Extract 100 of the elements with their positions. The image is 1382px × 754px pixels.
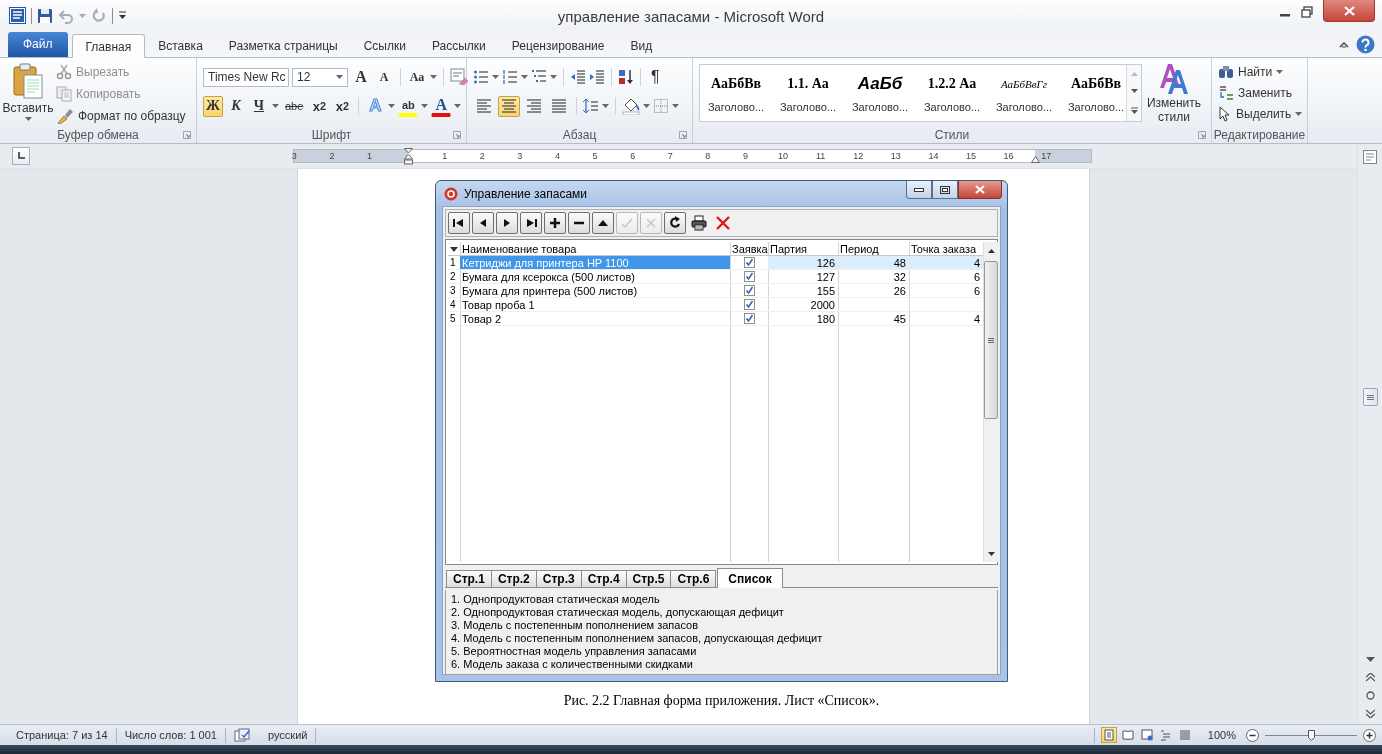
toolbar-button[interactable] <box>544 212 566 234</box>
font-color-button[interactable]: A <box>431 95 452 117</box>
sheet-tab[interactable]: Стр.5 <box>625 570 672 587</box>
minimize-button[interactable] <box>906 181 932 199</box>
save-icon[interactable] <box>37 7 53 24</box>
close-button[interactable] <box>1323 0 1375 22</box>
caret-icon[interactable] <box>1295 111 1303 116</box>
maximize-button[interactable] <box>932 181 958 199</box>
menu-caret-icon[interactable] <box>450 247 458 252</box>
ribbon-button[interactable]: Найти <box>1218 62 1303 81</box>
collapse-icon[interactable] <box>1339 40 1349 48</box>
show-marks-button[interactable]: ¶ <box>647 68 664 86</box>
style-item[interactable]: АаБбВвГг Заголово... <box>988 65 1060 121</box>
ribbon-button[interactable]: Заменить <box>1218 83 1303 102</box>
font-name-field[interactable]: Times New Rc <box>203 67 289 87</box>
checkbox[interactable] <box>743 257 755 268</box>
scroll-down-icon[interactable] <box>1365 657 1375 663</box>
view-button[interactable] <box>1119 727 1136 743</box>
scroll-down-icon[interactable] <box>1130 89 1138 94</box>
toolbar-button[interactable] <box>592 212 614 234</box>
ribbon-tab[interactable]: Файл <box>8 32 68 57</box>
toolbar-button[interactable] <box>496 212 518 234</box>
paste-button[interactable]: Вставить <box>0 58 56 127</box>
caret-icon[interactable] <box>336 75 343 79</box>
view-ruler-button[interactable] <box>1361 148 1379 166</box>
align-button[interactable] <box>498 95 520 117</box>
change-case-button[interactable]: Aa <box>407 66 427 88</box>
proofing-icon[interactable] <box>233 728 252 742</box>
help-icon[interactable] <box>1356 34 1375 54</box>
sheet-tab[interactable]: Стр.4 <box>580 570 627 587</box>
toolbar-button[interactable] <box>688 212 710 234</box>
close-button[interactable] <box>958 181 1002 199</box>
bullet-list-icon[interactable] <box>473 69 489 85</box>
zoom-out-icon[interactable] <box>1246 728 1259 742</box>
caret-icon[interactable] <box>643 104 650 108</box>
document-icon[interactable] <box>9 7 26 24</box>
column-header[interactable]: Заявка <box>730 242 768 256</box>
highlight-button[interactable]: ab <box>398 95 419 117</box>
outdent-icon[interactable] <box>570 69 586 85</box>
checkbox[interactable] <box>743 271 755 282</box>
toolbar-button[interactable] <box>472 212 494 234</box>
paint-bucket-icon[interactable] <box>622 97 640 115</box>
caret-icon[interactable] <box>421 104 429 108</box>
ribbon-tab[interactable]: Разметка страницы <box>215 34 351 58</box>
style-item[interactable]: АаБбВв Заголово... <box>1060 65 1126 121</box>
scroll-up-icon[interactable] <box>987 248 995 253</box>
view-button[interactable] <box>1138 727 1155 743</box>
line-spacing-icon[interactable] <box>583 98 599 114</box>
ribbon-tab[interactable]: Рецензирование <box>498 34 618 58</box>
change-styles-button[interactable]: Изменить стили <box>1142 58 1206 127</box>
sort-icon[interactable] <box>618 69 634 85</box>
sheet-tab[interactable]: Стр.6 <box>670 570 717 587</box>
caret-icon[interactable] <box>388 104 396 108</box>
toolbar-button[interactable] <box>448 212 470 234</box>
tab-selector[interactable] <box>12 147 30 165</box>
sheet-tab[interactable]: Стр.1 <box>446 570 492 587</box>
style-item[interactable]: АаБб Заголово... <box>844 65 916 121</box>
sheet-tab[interactable]: Стр.3 <box>535 570 582 587</box>
shrink-font-button[interactable]: A <box>374 66 394 88</box>
language[interactable]: русский <box>259 729 316 741</box>
previous-page-icon[interactable] <box>1365 673 1375 682</box>
scroll-thumb[interactable] <box>1362 388 1378 406</box>
caret-icon[interactable] <box>430 75 437 79</box>
checkbox[interactable] <box>743 299 755 310</box>
indent-marker-icon[interactable] <box>404 148 413 165</box>
numbered-list-icon[interactable] <box>502 69 518 85</box>
style-item[interactable]: 1.1. Аа Заголово... <box>772 65 844 121</box>
browse-object-icon[interactable] <box>1365 691 1375 700</box>
customize-icon[interactable] <box>118 11 127 20</box>
launcher-icon[interactable] <box>1198 131 1206 139</box>
ribbon-tab[interactable]: Рассылки <box>418 34 499 58</box>
ribbon-button[interactable]: Выделить <box>1218 104 1303 123</box>
view-button[interactable] <box>1100 727 1117 743</box>
font-size-field[interactable]: 12 <box>292 67 348 87</box>
checkbox[interactable] <box>743 285 755 296</box>
sheet-tab[interactable]: Стр.2 <box>490 570 537 587</box>
scroll-down-icon[interactable] <box>987 551 995 556</box>
scroll-thumb[interactable] <box>984 261 998 419</box>
restore-icon[interactable] <box>1301 6 1313 18</box>
checkbox[interactable] <box>743 313 755 324</box>
format-button[interactable]: abe <box>282 95 307 117</box>
next-page-icon[interactable] <box>1365 709 1375 718</box>
caret-icon[interactable] <box>24 117 32 121</box>
style-item[interactable]: АаБбВв Заголово... <box>700 65 772 121</box>
ribbon-tab[interactable]: Главная <box>71 34 146 58</box>
caret-icon[interactable] <box>672 104 679 108</box>
more-icon[interactable] <box>1130 107 1138 115</box>
caret-icon[interactable] <box>454 104 462 108</box>
indent-icon[interactable] <box>589 69 605 85</box>
format-button[interactable]: К <box>226 95 246 117</box>
right-indent-icon[interactable] <box>1031 156 1040 163</box>
caret-icon[interactable] <box>550 75 557 79</box>
caret-icon[interactable] <box>1276 69 1284 74</box>
eraser-icon[interactable] <box>450 68 468 86</box>
caret-icon[interactable] <box>521 75 528 79</box>
format-button[interactable]: Ч <box>249 95 269 117</box>
launcher-icon[interactable] <box>453 131 461 139</box>
launcher-icon[interactable] <box>183 131 191 139</box>
format-button[interactable]: Ж <box>203 95 223 117</box>
ribbon-tab[interactable]: Ссылки <box>350 34 419 58</box>
